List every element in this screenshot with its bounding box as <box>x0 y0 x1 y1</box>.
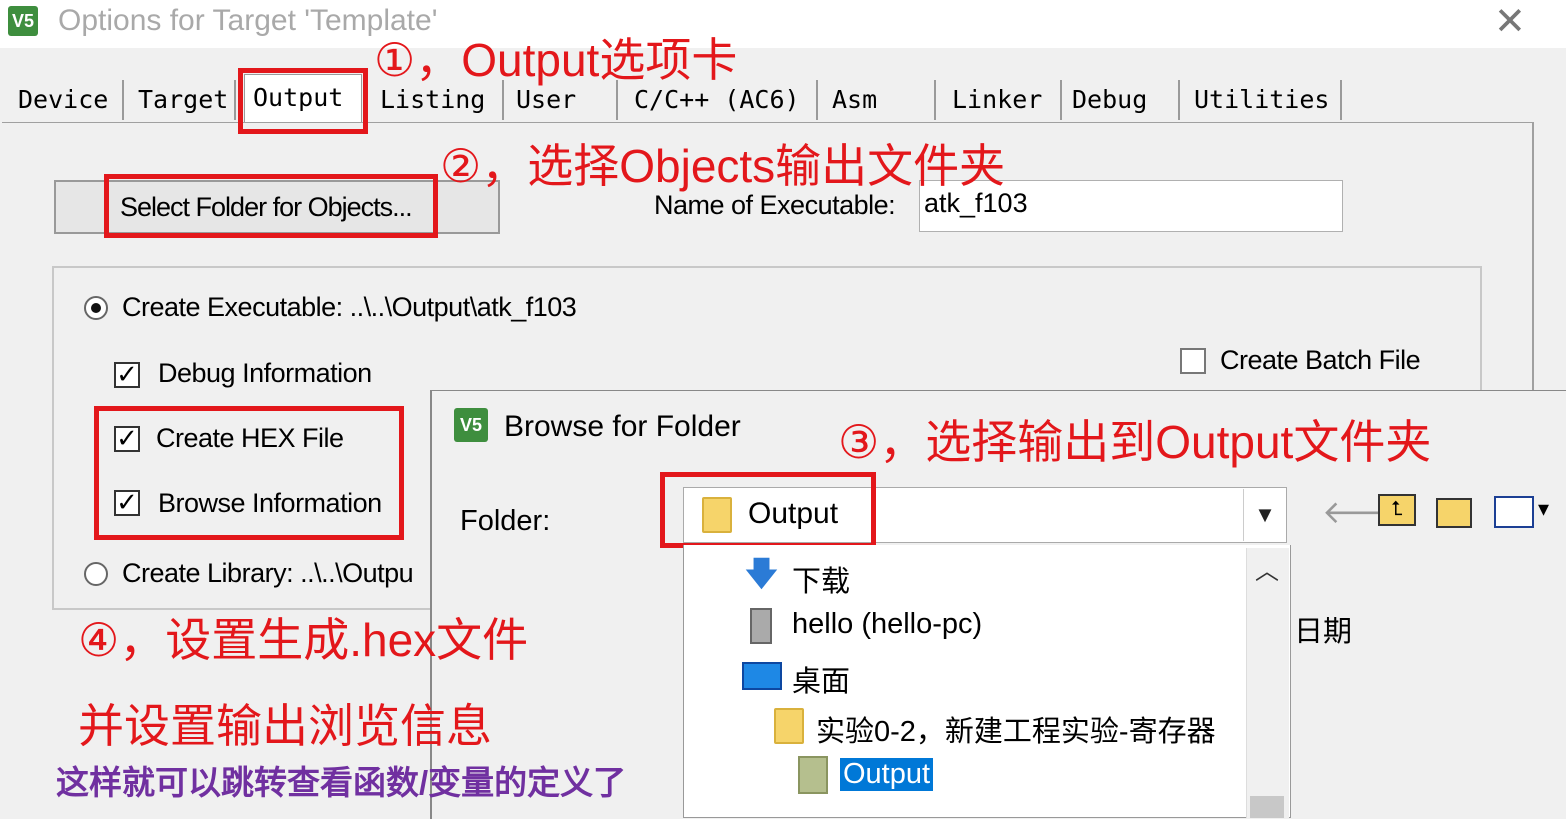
highlight-output-tab <box>238 68 368 134</box>
create-library-radio[interactable] <box>84 562 108 586</box>
scroll-thumb[interactable] <box>1250 796 1284 818</box>
create-executable-radio[interactable] <box>84 296 108 320</box>
annotation-step3: ③，选择输出到Output文件夹 <box>838 416 1432 468</box>
folder-label: Folder: <box>460 505 551 537</box>
annotation-step2: ②，选择Objects输出文件夹 <box>440 140 1006 192</box>
highlight-select-folder <box>104 174 438 238</box>
tree-item-desktop[interactable]: 桌面 <box>792 658 850 700</box>
chevron-down-icon[interactable]: ▼ <box>1243 489 1286 541</box>
up-folder-icon[interactable]: ⮤ <box>1378 494 1416 526</box>
tab-device[interactable]: Device <box>10 80 124 120</box>
download-arrow-icon: 🡇 <box>744 555 779 593</box>
create-batch-file-checkbox[interactable] <box>1180 348 1206 374</box>
create-executable-label: Create Executable: ..\..\Output\atk_f103 <box>122 292 577 322</box>
highlight-hex-browse <box>94 406 404 540</box>
view-menu-chevron-icon[interactable]: ▾ <box>1538 496 1549 522</box>
app-icon: V5 <box>8 6 38 36</box>
scroll-up-icon[interactable]: ︿ <box>1246 552 1288 592</box>
tree-item-experiment[interactable]: 实验0-2，新建工程实验-寄存器 <box>816 708 1246 750</box>
folder-icon <box>774 708 804 744</box>
create-batch-file-label: Create Batch File <box>1220 345 1421 375</box>
tab-asm[interactable]: Asm <box>824 80 936 120</box>
network-pc-icon <box>750 608 772 644</box>
debug-information-checkbox[interactable]: ✓ <box>114 361 140 388</box>
tab-utilities[interactable]: Utilities <box>1186 80 1342 120</box>
date-column-header: 日期 <box>1294 616 1353 648</box>
debug-information-label: Debug Information <box>158 358 372 388</box>
annotation-step4-line1: ④，设置生成.hex文件 <box>78 614 529 666</box>
folder-icon <box>798 756 828 794</box>
radio-selected-dot <box>91 303 101 313</box>
annotation-step4-line2: 并设置输出浏览信息 <box>78 700 492 752</box>
desktop-icon <box>742 662 782 690</box>
tab-target[interactable]: Target <box>130 80 236 120</box>
dialog-title: Browse for Folder <box>504 410 741 443</box>
tab-debug[interactable]: Debug <box>1064 80 1180 120</box>
view-menu-icon[interactable] <box>1494 496 1534 528</box>
create-library-label: Create Library: ..\..\Outpu <box>122 558 414 588</box>
highlight-folder-output <box>660 472 876 548</box>
tree-item-hello-pc[interactable]: hello (hello-pc) <box>792 608 982 641</box>
tree-item-download[interactable]: 下载 <box>792 558 850 600</box>
annotation-footer: 这样就可以跳转查看函数/变量的定义了 <box>56 764 627 801</box>
dialog-app-icon: V5 <box>454 408 488 442</box>
tree-item-output[interactable]: Output <box>840 758 934 791</box>
tab-linker[interactable]: Linker <box>944 80 1062 120</box>
new-folder-icon[interactable] <box>1436 498 1472 528</box>
close-icon[interactable]: ✕ <box>1494 0 1526 44</box>
annotation-step1: ①，Output选项卡 <box>374 34 738 86</box>
